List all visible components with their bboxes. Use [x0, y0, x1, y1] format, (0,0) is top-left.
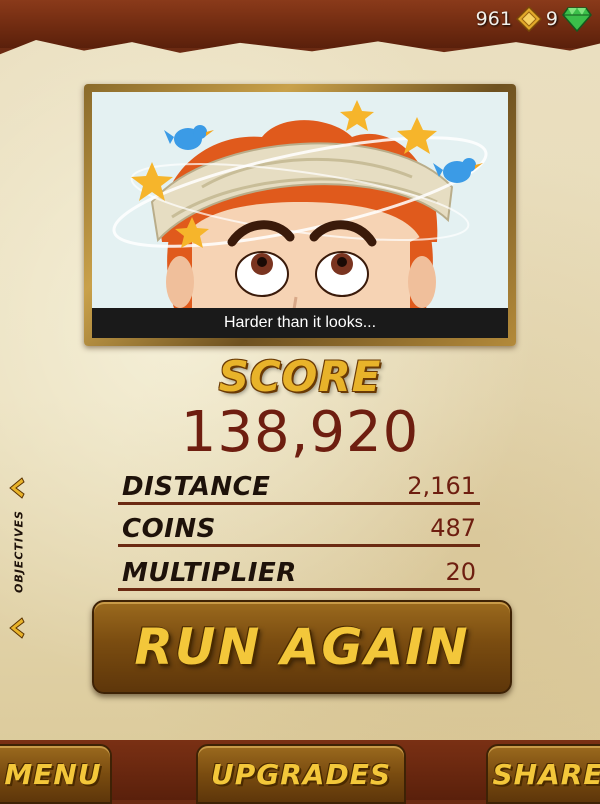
upgrades-label: UPGRADES [210, 757, 391, 791]
currency-display: 961 9 [476, 6, 592, 32]
stat-label: MULTIPLIER [122, 558, 297, 588]
stat-row-coins: COINS 487 [118, 508, 480, 547]
score-value: 138,920 [180, 400, 420, 465]
stat-row-distance: DISTANCE 2,161 [118, 466, 480, 505]
stat-value: 487 [430, 514, 476, 542]
coin-count: 961 [475, 8, 512, 30]
chevron-left-icon [9, 617, 25, 639]
objectives-tab[interactable]: OBJECTIVES [4, 470, 30, 640]
stat-value: 2,161 [407, 472, 476, 500]
stat-row-multiplier: MULTIPLIER 20 [118, 552, 480, 591]
death-illustration: Harder than it looks... [92, 92, 508, 338]
stat-value: 20 [445, 558, 476, 586]
share-button[interactable]: SHARE [486, 744, 600, 804]
menu-label: MENU [4, 757, 102, 791]
menu-button[interactable]: MENU [0, 744, 112, 804]
share-label: SHARE [492, 757, 600, 791]
dazed-runner-illustration [112, 100, 488, 338]
stat-label: COINS [122, 514, 216, 544]
green-gem-icon [562, 7, 592, 32]
gold-coin-icon [515, 6, 542, 32]
upgrades-button[interactable]: UPGRADES [196, 744, 406, 804]
objectives-label: OBJECTIVES [12, 510, 26, 593]
stat-label: DISTANCE [122, 472, 271, 502]
caption-bar: Harder than it looks... [92, 308, 508, 338]
run-again-button[interactable]: RUN AGAIN [92, 600, 512, 694]
score-heading: SCORE [218, 352, 382, 401]
run-again-label: RUN AGAIN [134, 618, 470, 676]
gem-count: 9 [545, 8, 558, 30]
death-caption: Harder than it looks... [223, 314, 377, 331]
